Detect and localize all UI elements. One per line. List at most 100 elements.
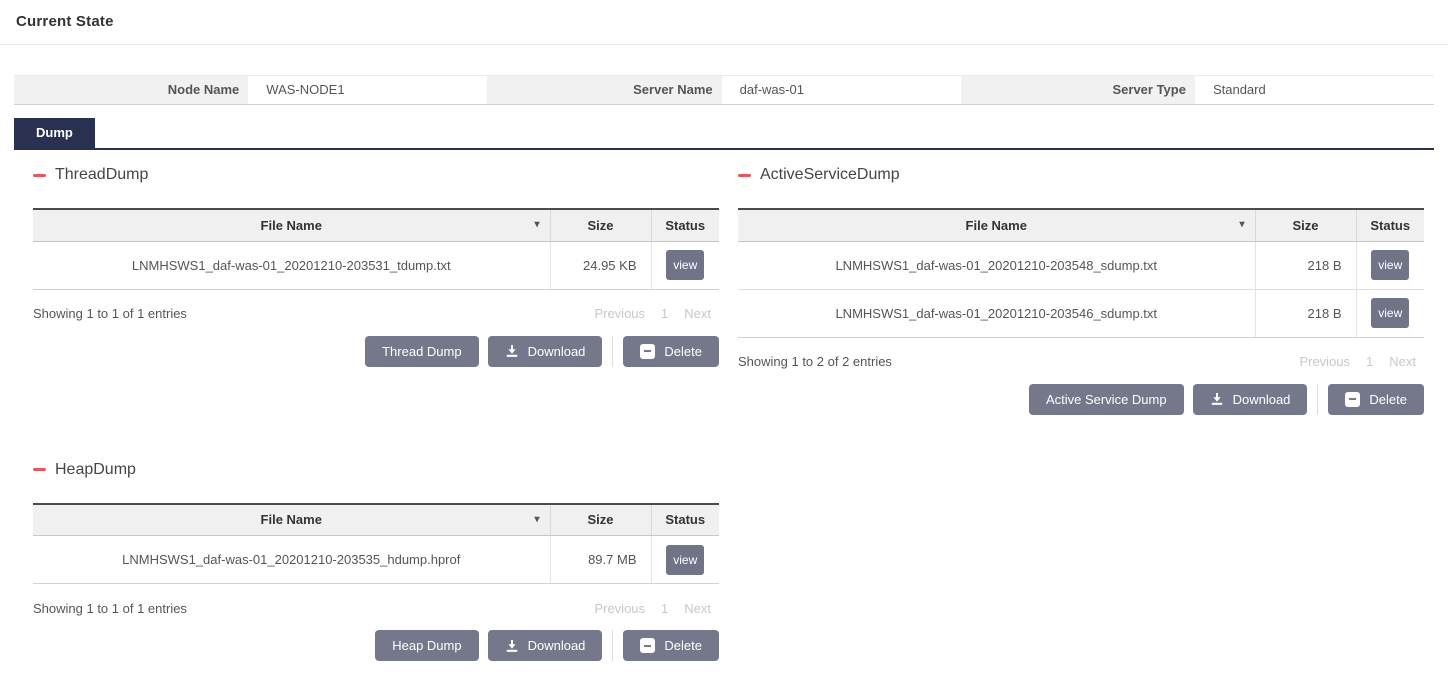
info-field-node-name: Node Name WAS-NODE1 xyxy=(14,76,487,104)
button-divider xyxy=(1317,384,1318,415)
collapse-minus-icon[interactable] xyxy=(33,174,46,177)
download-icon xyxy=(505,344,519,358)
entries-info: Showing 1 to 1 of 1 entries xyxy=(33,306,187,321)
server-info-bar: Node Name WAS-NODE1 Server Name daf-was-… xyxy=(14,75,1434,105)
column-header-size: Size xyxy=(1255,209,1356,241)
active-service-dump-actions: Active Service Dump Download Delete xyxy=(738,384,1424,415)
section-title: ActiveServiceDump xyxy=(760,166,900,184)
info-field-server-type: Server Type Standard xyxy=(961,76,1434,104)
column-header-file-name[interactable]: File Name ▾ xyxy=(738,209,1255,241)
thread-dump-button[interactable]: Thread Dump xyxy=(365,336,478,367)
server-name-value: daf-was-01 xyxy=(722,76,961,104)
pagination-page-1[interactable]: 1 xyxy=(653,306,676,321)
thread-dump-section: ThreadDump File Name ▾ Size Status xyxy=(33,166,719,367)
size-cell: 89.7 MB xyxy=(550,536,651,584)
file-name-cell: LNMHSWS1_daf-was-01_20201210-203548_sdum… xyxy=(738,241,1255,289)
download-button-label: Download xyxy=(1233,392,1291,407)
status-cell: view xyxy=(1356,241,1424,289)
node-name-value: WAS-NODE1 xyxy=(248,76,487,104)
delete-button[interactable]: Delete xyxy=(623,630,719,661)
view-button[interactable]: view xyxy=(1371,298,1409,328)
pagination-page-1[interactable]: 1 xyxy=(1358,354,1381,369)
file-name-header-label: File Name xyxy=(966,218,1027,233)
delete-button-label: Delete xyxy=(1369,392,1407,407)
delete-minus-icon xyxy=(640,344,655,359)
thread-dump-table: File Name ▾ Size Status LNMHSWS1_daf-was… xyxy=(33,208,719,290)
size-cell: 218 B xyxy=(1255,241,1356,289)
thread-dump-title-row: ThreadDump xyxy=(33,166,719,184)
download-icon xyxy=(505,639,519,653)
section-title: ThreadDump xyxy=(55,166,148,184)
delete-button-label: Delete xyxy=(664,344,702,359)
page-header: Current State xyxy=(0,0,1448,45)
table-row[interactable]: LNMHSWS1_daf-was-01_20201210-203548_sdum… xyxy=(738,241,1424,289)
sort-caret-icon: ▾ xyxy=(1239,219,1244,230)
active-service-dump-table: File Name ▾ Size Status LNMHSWS1_daf-was… xyxy=(738,208,1424,338)
collapse-minus-icon[interactable] xyxy=(33,468,46,471)
table-footer: Showing 1 to 2 of 2 entries Previous 1 N… xyxy=(738,354,1424,370)
thread-dump-actions: Thread Dump Download Delete xyxy=(33,336,719,367)
active-service-dump-title-row: ActiveServiceDump xyxy=(738,166,1424,184)
table-row[interactable]: LNMHSWS1_daf-was-01_20201210-203535_hdum… xyxy=(33,536,719,584)
delete-button[interactable]: Delete xyxy=(1328,384,1424,415)
view-button[interactable]: view xyxy=(1371,250,1409,280)
download-icon xyxy=(1210,392,1224,406)
table-footer: Showing 1 to 1 of 1 entries Previous 1 N… xyxy=(33,600,719,616)
sort-caret-icon: ▾ xyxy=(534,514,539,525)
download-button-label: Download xyxy=(528,638,586,653)
heap-dump-table: File Name ▾ Size Status LNMHSWS1_daf-was… xyxy=(33,503,719,585)
button-divider xyxy=(612,630,613,661)
entries-info: Showing 1 to 2 of 2 entries xyxy=(738,354,892,369)
active-service-dump-section: ActiveServiceDump File Name ▾ Size Statu… xyxy=(738,166,1424,415)
pagination-page-1[interactable]: 1 xyxy=(653,601,676,616)
pagination: Previous 1 Next xyxy=(1291,354,1424,369)
download-button[interactable]: Download xyxy=(488,630,603,661)
download-button[interactable]: Download xyxy=(488,336,603,367)
delete-button-label: Delete xyxy=(664,638,702,653)
file-name-header-label: File Name xyxy=(261,512,322,527)
column-header-status: Status xyxy=(651,209,719,241)
server-type-value: Standard xyxy=(1195,76,1434,104)
view-button[interactable]: view xyxy=(666,250,704,280)
column-header-file-name[interactable]: File Name ▾ xyxy=(33,209,550,241)
table-row[interactable]: LNMHSWS1_daf-was-01_20201210-203531_tdum… xyxy=(33,241,719,289)
table-row[interactable]: LNMHSWS1_daf-was-01_20201210-203546_sdum… xyxy=(738,289,1424,337)
left-column: ThreadDump File Name ▾ Size Status xyxy=(33,166,719,661)
heap-dump-button[interactable]: Heap Dump xyxy=(375,630,478,661)
column-header-size: Size xyxy=(550,504,651,536)
download-button-label: Download xyxy=(528,344,586,359)
pagination: Previous 1 Next xyxy=(586,601,719,616)
file-name-cell: LNMHSWS1_daf-was-01_20201210-203531_tdum… xyxy=(33,241,550,289)
download-button[interactable]: Download xyxy=(1193,384,1308,415)
collapse-minus-icon[interactable] xyxy=(738,174,751,177)
active-service-dump-button[interactable]: Active Service Dump xyxy=(1029,384,1184,415)
column-header-file-name[interactable]: File Name ▾ xyxy=(33,504,550,536)
heap-dump-title-row: HeapDump xyxy=(33,461,719,479)
heap-dump-actions: Heap Dump Download Delete xyxy=(33,630,719,661)
sort-caret-icon: ▾ xyxy=(534,219,539,230)
tab-bar: Dump xyxy=(14,118,1434,150)
right-column: ActiveServiceDump File Name ▾ Size Statu… xyxy=(738,166,1424,661)
server-type-label: Server Type xyxy=(961,76,1195,104)
size-cell: 218 B xyxy=(1255,289,1356,337)
node-name-label: Node Name xyxy=(14,76,248,104)
tab-dump[interactable]: Dump xyxy=(14,118,95,148)
pagination-previous[interactable]: Previous xyxy=(1291,354,1358,369)
view-button[interactable]: view xyxy=(666,545,704,575)
button-divider xyxy=(612,336,613,367)
pagination-next[interactable]: Next xyxy=(1381,354,1424,369)
delete-minus-icon xyxy=(1345,392,1360,407)
table-footer: Showing 1 to 1 of 1 entries Previous 1 N… xyxy=(33,306,719,322)
file-name-cell: LNMHSWS1_daf-was-01_20201210-203535_hdum… xyxy=(33,536,550,584)
pagination-next[interactable]: Next xyxy=(676,306,719,321)
delete-button[interactable]: Delete xyxy=(623,336,719,367)
page-title: Current State xyxy=(16,13,1432,30)
pagination-previous[interactable]: Previous xyxy=(586,306,653,321)
status-cell: view xyxy=(651,536,719,584)
file-name-cell: LNMHSWS1_daf-was-01_20201210-203546_sdum… xyxy=(738,289,1255,337)
pagination-next[interactable]: Next xyxy=(676,601,719,616)
delete-minus-icon xyxy=(640,638,655,653)
pagination-previous[interactable]: Previous xyxy=(586,601,653,616)
heap-dump-section: HeapDump File Name ▾ Size Status xyxy=(33,461,719,662)
column-header-status: Status xyxy=(651,504,719,536)
